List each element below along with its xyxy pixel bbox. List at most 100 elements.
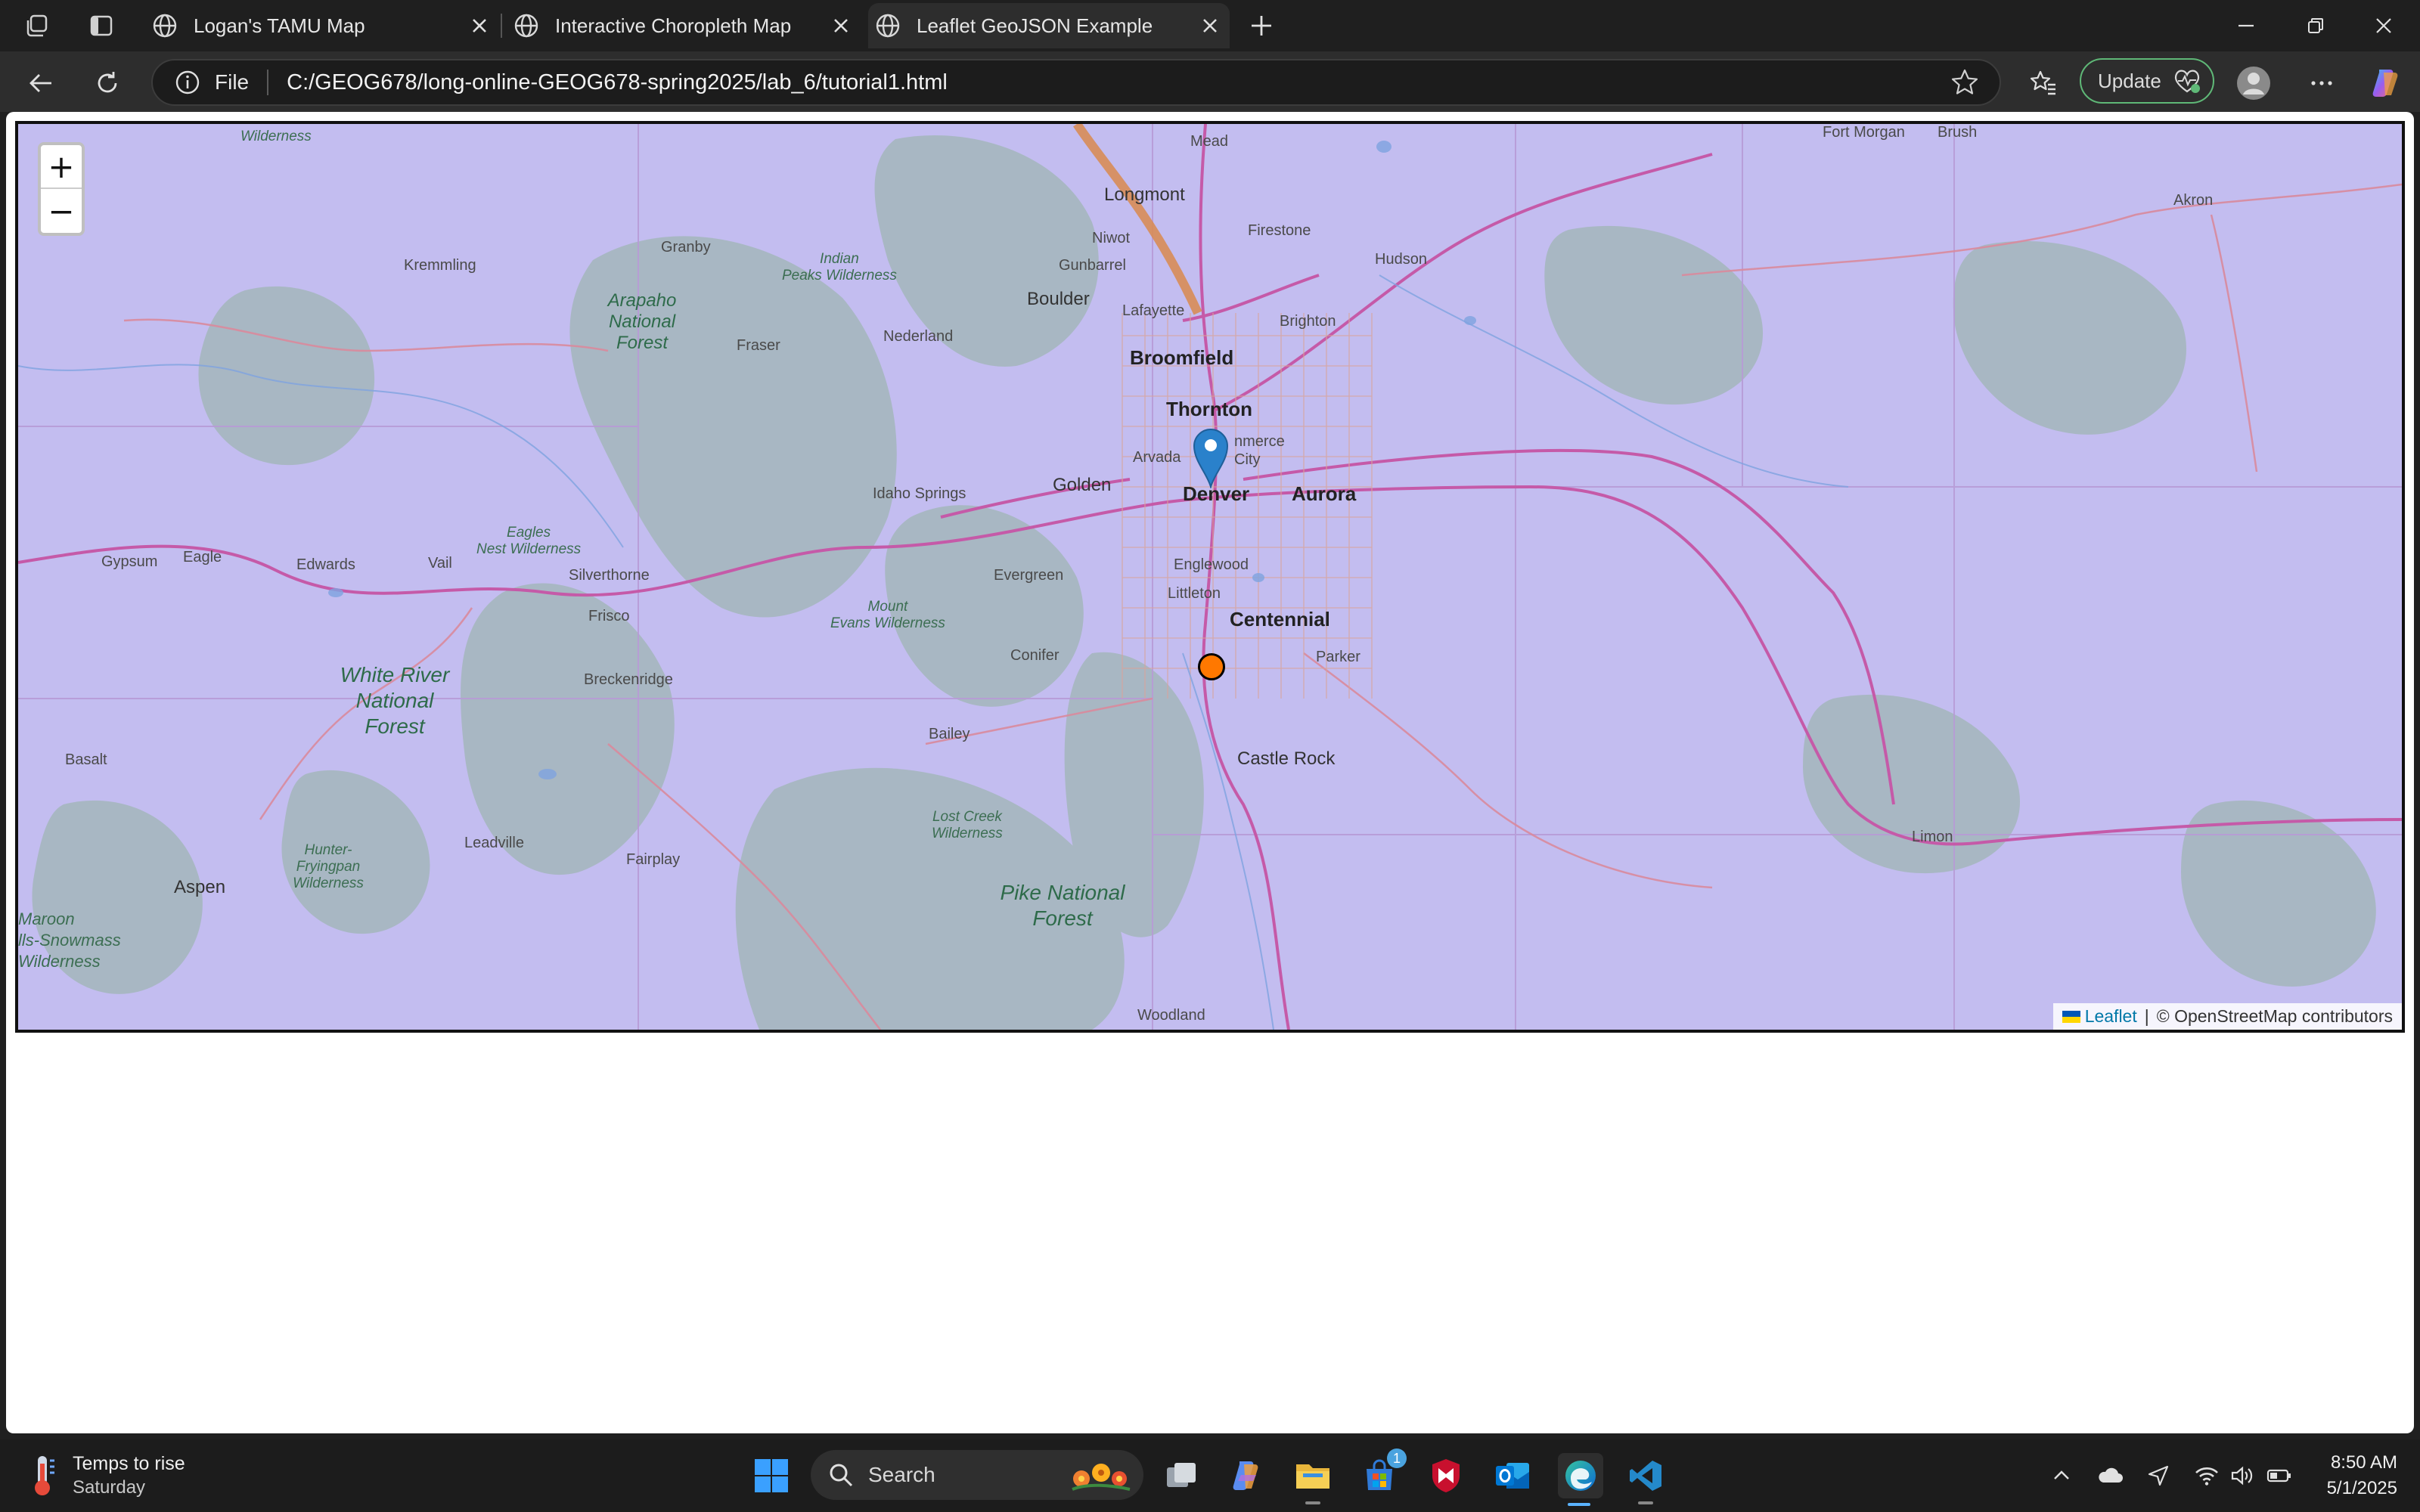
edge-browser-icon[interactable] bbox=[1558, 1453, 1603, 1506]
map-label: Eagles Nest Wilderness bbox=[476, 525, 582, 557]
show-hidden-icons-chevron-icon[interactable] bbox=[2045, 1459, 2078, 1492]
close-window-icon[interactable] bbox=[2367, 9, 2400, 42]
weather-headline: Temps to rise bbox=[73, 1453, 185, 1474]
map-label: Mount Evans Wilderness bbox=[830, 599, 945, 631]
map-label: Wilderness bbox=[240, 129, 312, 144]
map-tiles bbox=[18, 124, 2402, 1030]
map-label: Limon bbox=[1912, 829, 1953, 845]
task-view-icon[interactable] bbox=[1160, 1455, 1202, 1497]
map-label: Lost Creek Wilderness bbox=[932, 809, 1003, 841]
map-label: Frisco bbox=[588, 608, 630, 624]
tab-label: Interactive Choropleth Map bbox=[555, 14, 792, 37]
weather-day: Saturday bbox=[73, 1477, 146, 1498]
map-label: Niwot bbox=[1092, 230, 1131, 246]
map-label: Eagle bbox=[183, 549, 222, 565]
map-label: Fort Morgan bbox=[1823, 124, 1905, 141]
map-label: Fairplay bbox=[626, 851, 681, 868]
map-label: Hunter- Fryingpan Wilderness bbox=[293, 842, 364, 891]
map-label: Longmont bbox=[1104, 184, 1185, 205]
leaflet-link[interactable]: Leaflet bbox=[2085, 1006, 2137, 1027]
mcafee-icon[interactable] bbox=[1425, 1455, 1467, 1497]
volume-icon[interactable] bbox=[2225, 1459, 2258, 1492]
map-label: Pike National Forest bbox=[1000, 881, 1125, 930]
tab-actions-icon[interactable] bbox=[86, 11, 116, 41]
battery-icon[interactable] bbox=[2263, 1459, 2296, 1492]
map-label: Indian Peaks Wilderness bbox=[782, 251, 897, 284]
tab-label: Logan's TAMU Map bbox=[194, 14, 365, 37]
file-explorer-icon[interactable] bbox=[1292, 1455, 1334, 1504]
zoom-out-button[interactable]: − bbox=[41, 189, 82, 233]
tab-interactive-choropleth-map[interactable]: Interactive Choropleth Map bbox=[508, 3, 861, 48]
weather-widget[interactable]: Temps to rise Saturday bbox=[27, 1452, 185, 1500]
minimize-icon[interactable] bbox=[2229, 9, 2263, 42]
search-icon bbox=[830, 1464, 853, 1487]
wifi-icon[interactable] bbox=[2190, 1459, 2223, 1492]
osm-attribution[interactable]: © OpenStreetMap contributors bbox=[2157, 1006, 2393, 1027]
system-clock[interactable]: 8:50 AM 5/1/2025 bbox=[2307, 1450, 2397, 1501]
windows-start-icon[interactable] bbox=[750, 1455, 793, 1497]
microsoft-store-icon[interactable]: 1 bbox=[1358, 1448, 1407, 1497]
map-label: Broomfield bbox=[1130, 346, 1234, 369]
running-indicator bbox=[1638, 1501, 1653, 1504]
globe-icon bbox=[153, 14, 177, 38]
close-tab-icon[interactable] bbox=[466, 12, 493, 39]
info-icon[interactable] bbox=[174, 69, 201, 96]
address-bar[interactable]: File C:/GEOG678/long-online-GEOG678-spri… bbox=[151, 59, 2001, 106]
map-label: Woodland bbox=[1137, 1007, 1205, 1024]
location-arrow-icon[interactable] bbox=[2142, 1459, 2175, 1492]
scheme-label: File bbox=[215, 70, 250, 94]
update-label: Update bbox=[2098, 69, 2161, 92]
map-label: Boulder bbox=[1027, 289, 1090, 309]
outlook-icon[interactable] bbox=[1491, 1455, 1534, 1497]
attribution-separator: | bbox=[2144, 1006, 2149, 1026]
map-label: Centennial bbox=[1230, 608, 1330, 631]
workspaces-icon[interactable] bbox=[23, 11, 53, 41]
map-label: Arapaho National Forest bbox=[607, 290, 677, 353]
geojson-point-marker[interactable] bbox=[1198, 653, 1225, 680]
favorite-star-icon[interactable] bbox=[1950, 67, 1980, 98]
back-arrow-icon[interactable] bbox=[23, 65, 59, 101]
close-tab-icon[interactable] bbox=[827, 12, 855, 39]
map-label: Edwards bbox=[296, 556, 355, 573]
taskbar-search[interactable]: Search bbox=[811, 1450, 1143, 1500]
map-marker-icon[interactable] bbox=[1192, 426, 1230, 488]
restore-icon[interactable] bbox=[2299, 9, 2332, 42]
favorites-icon[interactable] bbox=[2025, 65, 2062, 101]
new-tab-icon[interactable] bbox=[1246, 11, 1277, 41]
map-label: Brighton bbox=[1280, 313, 1336, 330]
running-indicator bbox=[1305, 1501, 1320, 1504]
zoom-in-button[interactable]: + bbox=[41, 145, 82, 189]
globe-icon bbox=[514, 14, 538, 38]
refresh-icon[interactable] bbox=[89, 65, 126, 101]
more-options-icon[interactable] bbox=[2304, 65, 2340, 101]
map-label: Arvada bbox=[1133, 449, 1181, 466]
onedrive-cloud-icon[interactable] bbox=[2093, 1459, 2127, 1492]
map-label: Leadville bbox=[464, 835, 524, 851]
close-tab-icon[interactable] bbox=[1196, 12, 1224, 39]
map-label: Basalt bbox=[65, 751, 107, 768]
globe-icon bbox=[876, 14, 900, 38]
vscode-icon[interactable] bbox=[1624, 1455, 1667, 1504]
map-label: Castle Rock bbox=[1237, 748, 1336, 769]
url-text[interactable]: C:/GEOG678/long-online-GEOG678-spring202… bbox=[287, 70, 1950, 95]
search-placeholder: Search bbox=[868, 1463, 935, 1486]
tab-leaflet-geojson-example[interactable]: Leaflet GeoJSON Example bbox=[868, 3, 1230, 48]
map-label: Evergreen bbox=[994, 567, 1064, 584]
copilot-app-icon[interactable] bbox=[1225, 1455, 1267, 1497]
map-attribution: Leaflet | © OpenStreetMap contributors bbox=[2052, 1003, 2402, 1030]
leaflet-map[interactable]: Wilderness Mead Fort Morgan Brush Akron … bbox=[15, 121, 2405, 1033]
map-label: Gunbarrel bbox=[1059, 257, 1126, 274]
thermometer-icon bbox=[35, 1456, 54, 1495]
copilot-icon[interactable] bbox=[2367, 65, 2403, 101]
profile-avatar[interactable] bbox=[2235, 65, 2272, 101]
active-indicator bbox=[1568, 1503, 1590, 1506]
map-label: Golden bbox=[1053, 475, 1112, 495]
tab-label: Leaflet GeoJSON Example bbox=[917, 14, 1153, 37]
clock-date: 5/1/2025 bbox=[2326, 1478, 2397, 1498]
address-divider bbox=[267, 70, 269, 95]
update-button[interactable]: Update bbox=[2080, 58, 2214, 104]
map-label: Brush bbox=[1938, 124, 1978, 141]
map-label: Hudson bbox=[1375, 251, 1427, 268]
tab-logans-tamu-map[interactable]: Logan's TAMU Map bbox=[147, 3, 499, 48]
zoom-control: + − bbox=[38, 142, 85, 236]
